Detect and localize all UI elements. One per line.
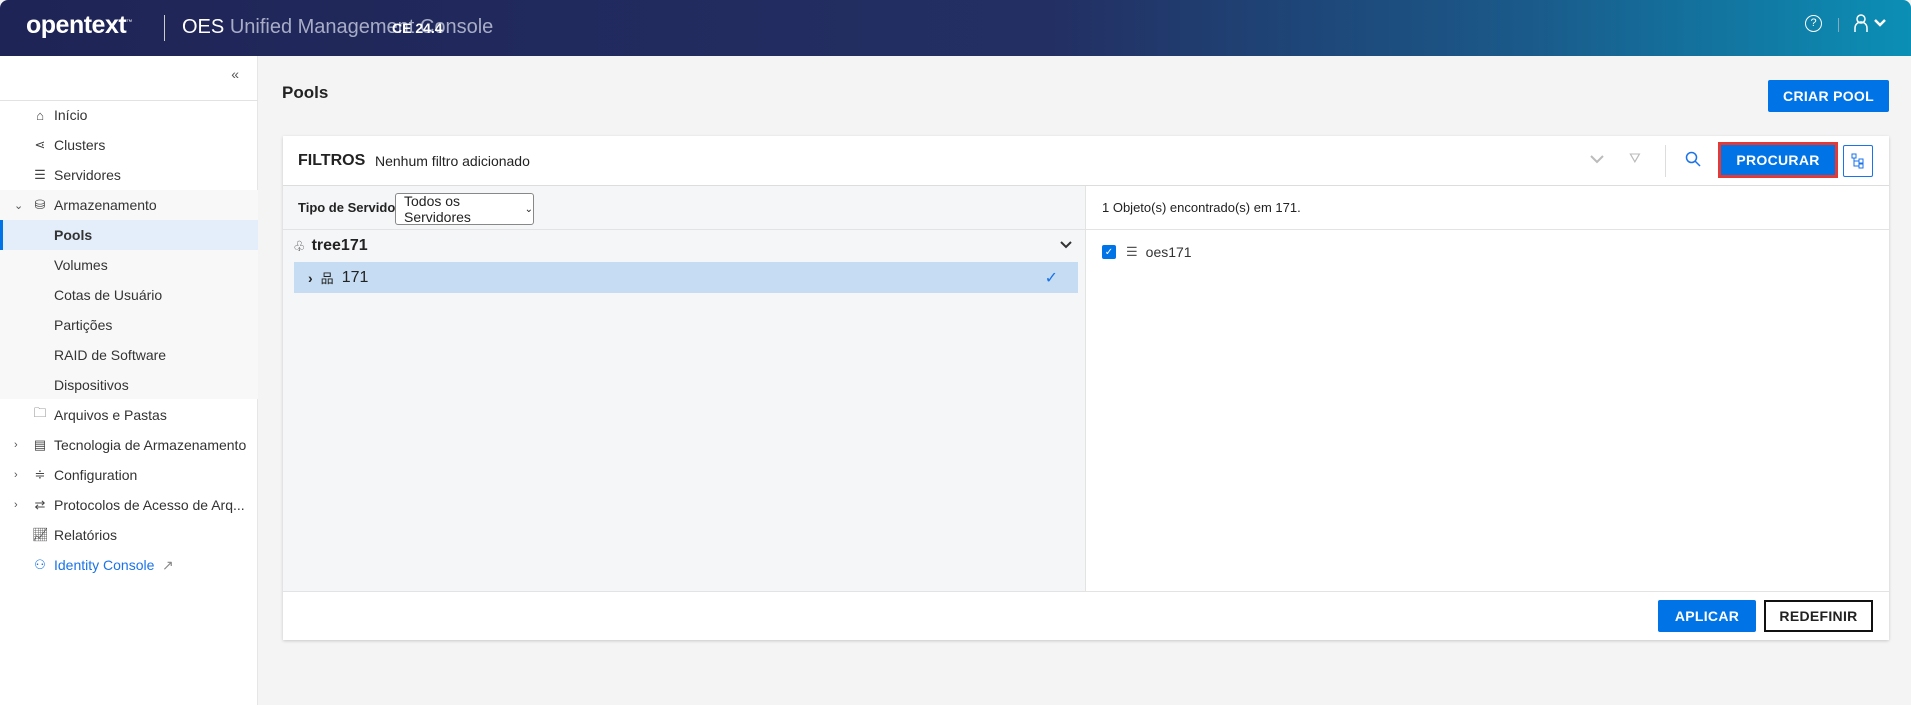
database-icon: ⛁ [34, 197, 46, 212]
sidebar-item-tecnologia[interactable]: › ▤ Tecnologia de Armazenamento [0, 430, 258, 460]
reset-button[interactable]: REDEFINIR [1764, 600, 1873, 632]
filter-card: FILTROS Nenhum filtro adicionado ⛛ PROCU… [283, 136, 1889, 640]
sliders-icon: ≑ [34, 467, 46, 482]
org-unit-icon: 品 [320, 271, 334, 286]
chevron-down-icon: ⌄ [524, 203, 533, 215]
arrows-exchange-icon: ⇄ [34, 497, 46, 512]
tree-root-label: tree171 [311, 237, 368, 254]
sidebar-item-label: Início [54, 107, 88, 123]
sidebar-item-label: Dispositivos [54, 377, 129, 393]
sidebar-item-label: Cotas de Usuário [54, 287, 163, 303]
result-item[interactable]: ✓ ☰ oes171 [1102, 244, 1192, 260]
filter-header: FILTROS Nenhum filtro adicionado ⛛ PROCU… [283, 136, 1889, 186]
user-icon[interactable] [1853, 13, 1869, 38]
tree-structure-icon [1851, 153, 1864, 169]
search-button[interactable]: PROCURAR [1718, 142, 1838, 178]
sidebar-item-pools[interactable]: Pools [0, 220, 258, 250]
server-type-dropdown[interactable]: Todos os Servidores ⌄ [395, 193, 534, 225]
sidebar-item-cotas[interactable]: Cotas de Usuário [0, 280, 258, 310]
sidebar-item-label: Servidores [54, 167, 121, 183]
chevron-down-icon[interactable] [1589, 152, 1605, 168]
results-panel: 1 Objeto(s) encontrado(s) em 171. ✓ ☰ oe… [1086, 186, 1889, 591]
sidebar-item-armazenamento[interactable]: ⌄ ⛁ Armazenamento [0, 190, 258, 220]
check-icon: ✓ [1044, 269, 1058, 287]
sidebar: « ⌂ Início ⋖ Clusters ☰ Servidores ⌄ ⛁ Armaze… [0, 56, 258, 705]
chevron-right-icon: › [14, 439, 18, 451]
sidebar-item-label: Armazenamento [54, 197, 157, 213]
sidebar-item-arquivos[interactable]: 🗀 Arquivos e Pastas [0, 400, 258, 430]
home-icon: ⌂ [36, 107, 44, 123]
sidebar-item-configuration[interactable]: › ≑ Configuration [0, 460, 258, 490]
divider [1665, 145, 1666, 177]
server-type-label: Tipo de Servidor [298, 200, 401, 215]
share-icon: ⋖ [34, 137, 46, 152]
sidebar-item-label: Clusters [54, 137, 106, 153]
chart-icon: 📈︎ [32, 527, 49, 542]
sidebar-item-label: Arquivos e Pastas [54, 407, 167, 423]
filter-footer: APLICAR REDEFINIR [283, 591, 1889, 640]
opentext-logo: opentext™ [26, 11, 132, 40]
server-icon: ☰ [1126, 244, 1138, 259]
tree-node-171[interactable]: › 品 171 ✓ [294, 262, 1078, 293]
user-gear-icon: ⚇ [34, 557, 46, 572]
logo-text: opentext [26, 11, 127, 39]
server-icon: ☰ [34, 167, 46, 182]
sidebar-item-label: Protocolos de Acesso de Arq... [54, 497, 245, 513]
storage-tech-icon: ▤ [33, 437, 47, 452]
sidebar-item-inicio[interactable]: ⌂ Início [0, 100, 258, 130]
page-title: Pools [282, 83, 329, 102]
chevron-right-icon: › [14, 499, 18, 511]
sidebar-item-label: RAID de Software [54, 347, 167, 363]
filters-label: FILTROS [298, 152, 366, 169]
search-icon[interactable] [1685, 151, 1701, 170]
tree-icon: ♧ [293, 237, 306, 254]
top-header: opentext™ OES Unified Management Console… [0, 0, 1911, 56]
sidebar-item-servidores[interactable]: ☰ Servidores [0, 160, 258, 190]
sidebar-item-label: Configuration [54, 467, 138, 483]
divider [164, 15, 165, 41]
help-circle-icon[interactable]: ? [1805, 15, 1822, 32]
sidebar-item-relatorios[interactable]: 📈︎ Relatórios [0, 520, 258, 550]
sidebar-item-protocolos[interactable]: › ⇄ Protocolos de Acesso de Arq... [0, 490, 258, 520]
app-name: Unified Management Console [229, 16, 494, 38]
checkbox-checked[interactable]: ✓ [1102, 245, 1116, 259]
chevron-right-icon[interactable]: › [308, 270, 313, 286]
tree-panel: Tipo de Servidor Todos os Servidores ⌄ ♧ … [283, 186, 1086, 591]
version-label: CE 24.4 [392, 20, 443, 36]
chevron-right-icon: › [14, 469, 18, 481]
external-link-icon: ↗ [162, 556, 174, 573]
results-count: 1 Objeto(s) encontrado(s) em 171. [1102, 200, 1301, 215]
server-type-value: Todos os Servidores [404, 193, 471, 225]
sidebar-item-label: Tecnologia de Armazenamento [54, 437, 247, 453]
sidebar-item-dispositivos[interactable]: Dispositivos [0, 370, 258, 400]
chevron-down-icon: ⌄ [14, 199, 24, 212]
clear-filter-icon[interactable]: ⛛ [1629, 150, 1641, 167]
logo-tm: ™ [126, 19, 132, 26]
sidebar-item-label: Relatórios [54, 527, 118, 543]
tree-root-node[interactable]: ♧ tree171 [293, 236, 1073, 256]
sidebar-item-identity-console[interactable]: ⚇ Identity Console ↗ [0, 550, 258, 580]
create-pool-button[interactable]: CRIAR POOL [1768, 80, 1889, 112]
divider [1838, 18, 1839, 32]
sidebar-item-label: Identity Console [54, 557, 155, 573]
chevron-down-icon[interactable] [1059, 238, 1073, 254]
sidebar-item-raid[interactable]: RAID de Software [0, 340, 258, 370]
app-prefix: OES [182, 16, 225, 38]
app-title: OES Unified Management Console [182, 16, 493, 39]
sidebar-item-volumes[interactable]: Volumes [0, 250, 258, 280]
apply-button[interactable]: APLICAR [1658, 600, 1756, 632]
collapse-sidebar-button[interactable]: « [231, 66, 239, 82]
sidebar-item-label: Pools [54, 227, 93, 243]
result-item-label: oes171 [1145, 244, 1192, 260]
chevron-down-icon[interactable] [1873, 16, 1887, 34]
sidebar-item-label: Volumes [54, 257, 108, 273]
tree-view-button[interactable] [1843, 145, 1873, 177]
sidebar-item-clusters[interactable]: ⋖ Clusters [0, 130, 258, 160]
sidebar-item-label: Partições [54, 317, 113, 333]
folder-icon: 🗀 [33, 405, 47, 420]
filters-status: Nenhum filtro adicionado [375, 153, 530, 169]
tree-node-label: 171 [341, 268, 369, 286]
sidebar-item-particoes[interactable]: Partições [0, 310, 258, 340]
